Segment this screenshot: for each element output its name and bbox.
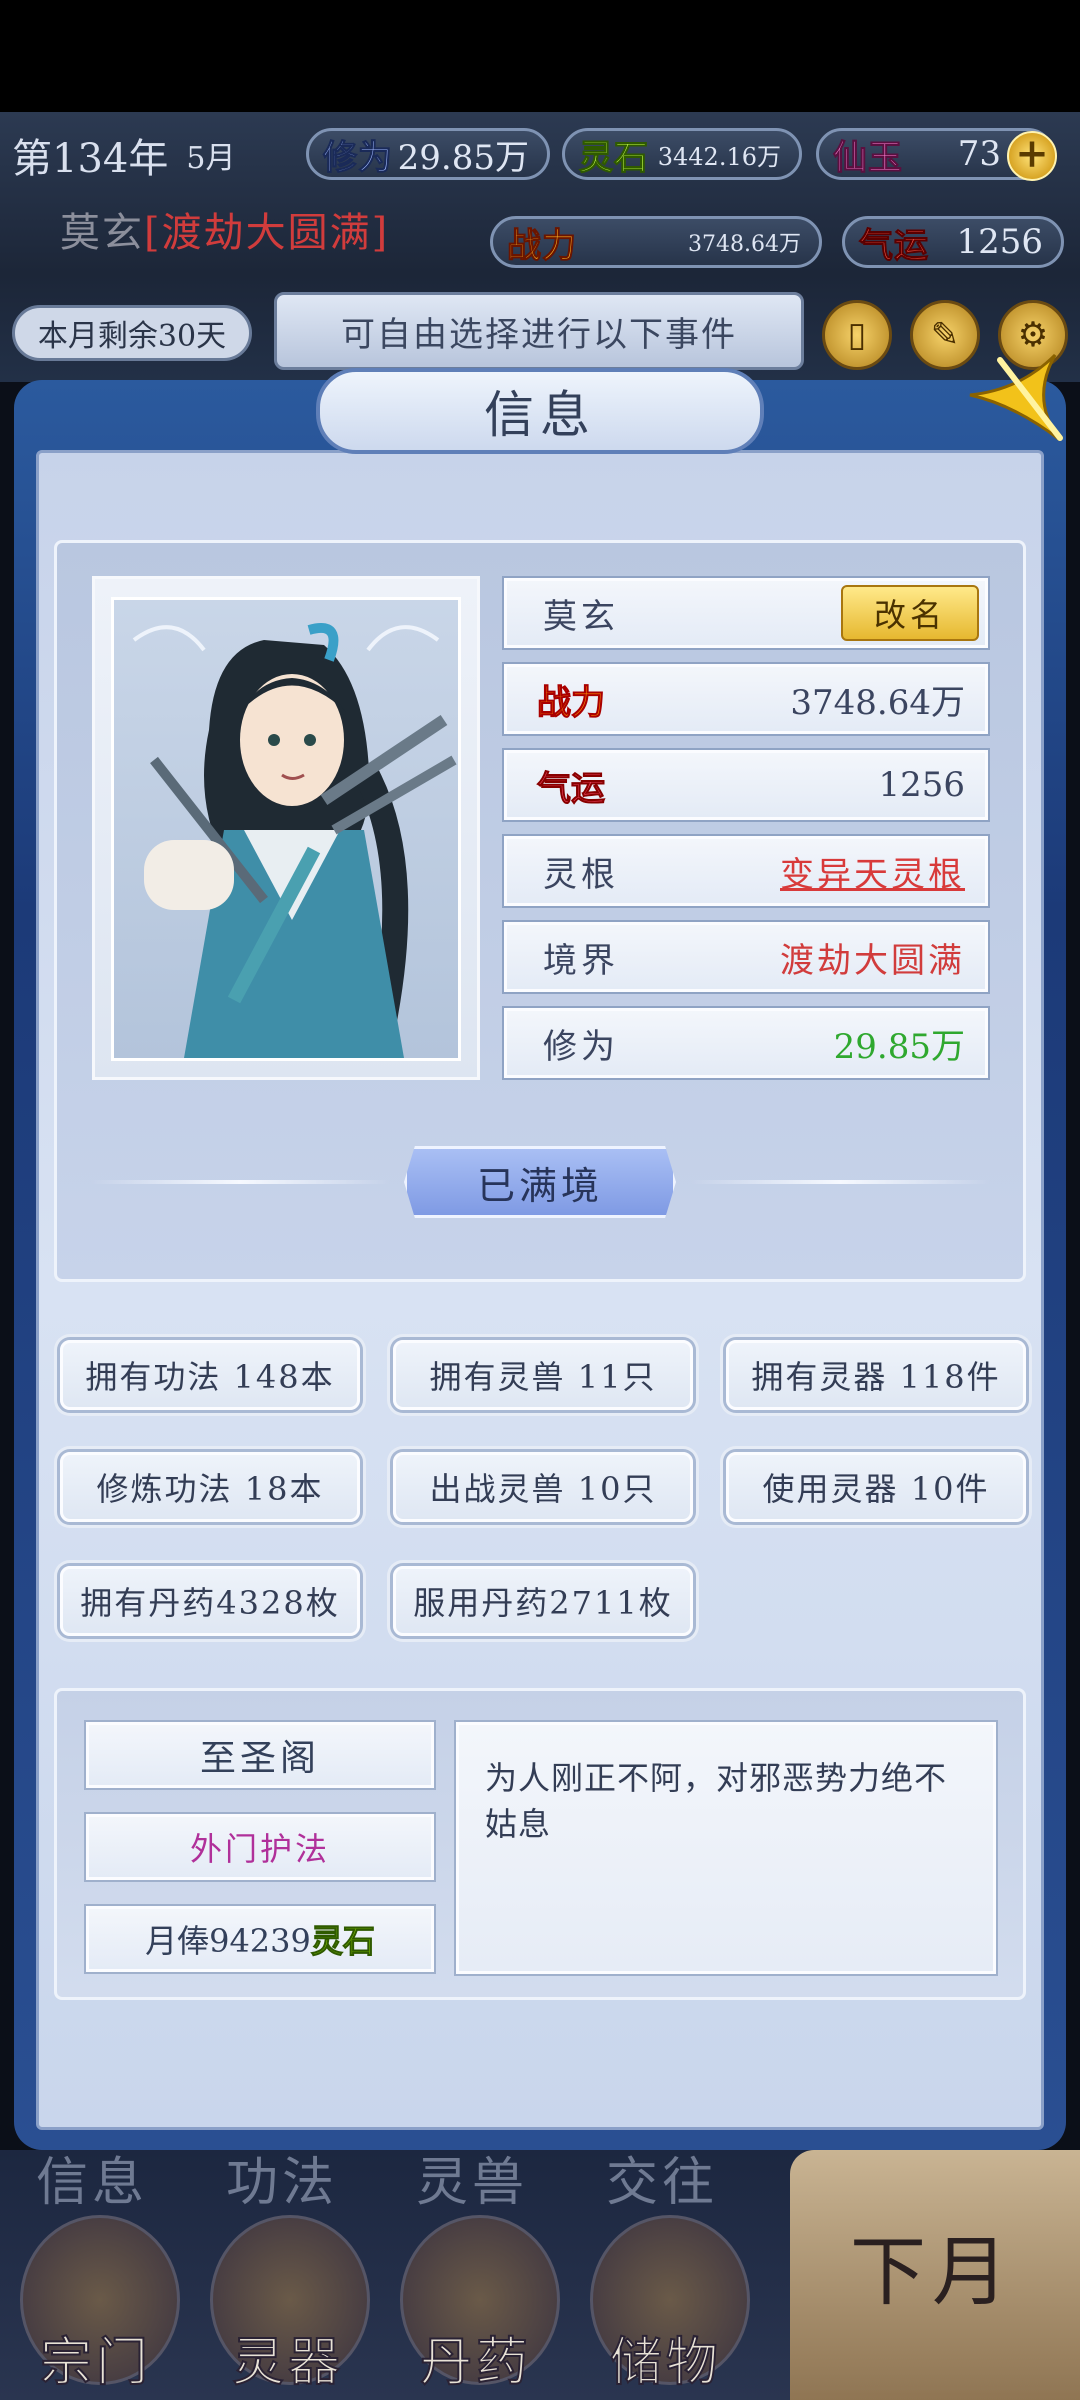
spirit-root-field: 灵根 变异天灵根 xyxy=(504,836,988,906)
nav-info-tab[interactable]: 信息 xyxy=(36,2140,148,2215)
right-ornament xyxy=(690,1180,990,1184)
realm-field: 境界 渡劫大圆满 xyxy=(504,922,988,992)
character-portrait xyxy=(92,576,480,1080)
luck-value: 1256 xyxy=(956,222,1043,262)
power-label: 战力 xyxy=(507,225,577,266)
spirit-stone-label: 灵石 xyxy=(579,137,649,178)
next-month-button[interactable]: 下月 xyxy=(790,2150,1080,2400)
immortal-jade-label: 仙玉 xyxy=(833,137,903,178)
spirit-stone-value: 3442.16万 xyxy=(657,142,781,171)
next-month-label: 下月 xyxy=(850,2227,1014,2316)
left-ornament xyxy=(90,1180,390,1184)
stat-artifacts-owned: 拥有灵器 118件 xyxy=(726,1340,1026,1410)
luck-pill: 气运 1256 xyxy=(842,216,1064,268)
rename-button[interactable]: 改名 xyxy=(841,585,979,641)
hud-character-name: 莫玄[渡劫大圆满] xyxy=(60,200,389,258)
cultivation-pill: 修为 29.85万 xyxy=(306,128,550,180)
spirit-stone-pill: 灵石 3442.16万 xyxy=(562,128,802,180)
luck-field-value: 1256 xyxy=(878,765,965,805)
cultivation-field: 修为 29.85万 xyxy=(504,1008,988,1078)
luck-field-label: 气运 xyxy=(537,768,606,809)
stat-artifacts-used: 使用灵器 10件 xyxy=(726,1452,1026,1522)
realm-label: 境界 xyxy=(543,940,619,981)
plus-icon[interactable]: + xyxy=(1007,131,1057,181)
hud-name: 莫玄 xyxy=(60,210,144,256)
nav-social-tab[interactable]: 交往 xyxy=(606,2140,718,2215)
character-description: 为人刚正不阿，对邪恶势力绝不姑息 xyxy=(456,1722,996,1974)
stat-beasts-deployed: 出战灵兽 10只 xyxy=(393,1452,693,1522)
salary-unit: 灵石 xyxy=(310,1922,375,1961)
close-icon[interactable] xyxy=(960,340,1070,450)
cultivation-value: 29.85万 xyxy=(397,137,529,178)
luck-label: 气运 xyxy=(859,225,929,266)
portrait-frame xyxy=(111,597,461,1061)
power-field: 战力 3748.64万 xyxy=(504,664,988,734)
stat-beasts-owned: 拥有灵兽 11只 xyxy=(393,1340,693,1410)
power-field-value: 3748.64万 xyxy=(790,682,965,723)
nav-beasts-tab[interactable]: 灵兽 xyxy=(416,2140,528,2215)
nav-pill-label[interactable]: 丹药 xyxy=(419,2320,532,2395)
nav-storage-label[interactable]: 储物 xyxy=(609,2320,722,2395)
spirit-root-label: 灵根 xyxy=(543,854,619,895)
immortal-jade-pill: 仙玉 73 + xyxy=(816,128,1057,181)
sect-role: 外门护法 xyxy=(86,1814,434,1880)
year-label: 第134年 xyxy=(12,136,169,182)
cultivation-field-label: 修为 xyxy=(543,1026,619,1067)
stat-techniques-owned: 拥有功法 148本 xyxy=(60,1340,360,1410)
realm-full-button[interactable]: 已满境 xyxy=(404,1146,676,1218)
phone-icon[interactable]: ▯ xyxy=(822,300,892,370)
cultivation-field-value: 29.85万 xyxy=(833,1026,965,1067)
game-date: 第134年 5月 xyxy=(0,120,280,190)
immortal-jade-value: 73 xyxy=(957,134,1001,174)
nav-techniques-tab[interactable]: 功法 xyxy=(226,2140,338,2215)
month-label: 5月 xyxy=(186,141,236,176)
nav-sect-label[interactable]: 宗门 xyxy=(39,2320,152,2395)
hud-realm: [渡劫大圆满] xyxy=(144,210,390,256)
power-pill: 战力 3748.64万 xyxy=(490,216,822,268)
days-remaining-badge: 本月剩余30天 xyxy=(12,305,252,361)
nav-artifact-label[interactable]: 灵器 xyxy=(231,2320,344,2395)
monthly-salary: 月俸94239 灵石 xyxy=(86,1906,434,1972)
name-value: 莫玄 xyxy=(543,596,619,637)
power-field-label: 战力 xyxy=(537,682,606,723)
name-field: 莫玄 改名 xyxy=(504,578,988,648)
power-value: 3748.64万 xyxy=(688,232,801,257)
stat-techniques-practiced: 修炼功法 18本 xyxy=(60,1452,360,1522)
realm-value: 渡劫大圆满 xyxy=(780,940,965,981)
character-illustration xyxy=(132,623,457,1058)
system-status-bar xyxy=(0,0,1080,112)
sect-name: 至圣阁 xyxy=(86,1722,434,1788)
event-prompt: 可自由选择进行以下事件 xyxy=(274,292,804,370)
panel-title: 信息 xyxy=(316,368,764,454)
salary-amount: 月俸94239 xyxy=(145,1922,311,1960)
luck-field: 气运 1256 xyxy=(504,750,988,820)
stat-pills-owned: 拥有丹药4328枚 xyxy=(60,1566,360,1636)
cultivation-label: 修为 xyxy=(323,137,393,178)
spirit-root-value[interactable]: 变异天灵根 xyxy=(780,847,965,896)
stat-pills-consumed: 服用丹药2711枚 xyxy=(393,1566,693,1636)
